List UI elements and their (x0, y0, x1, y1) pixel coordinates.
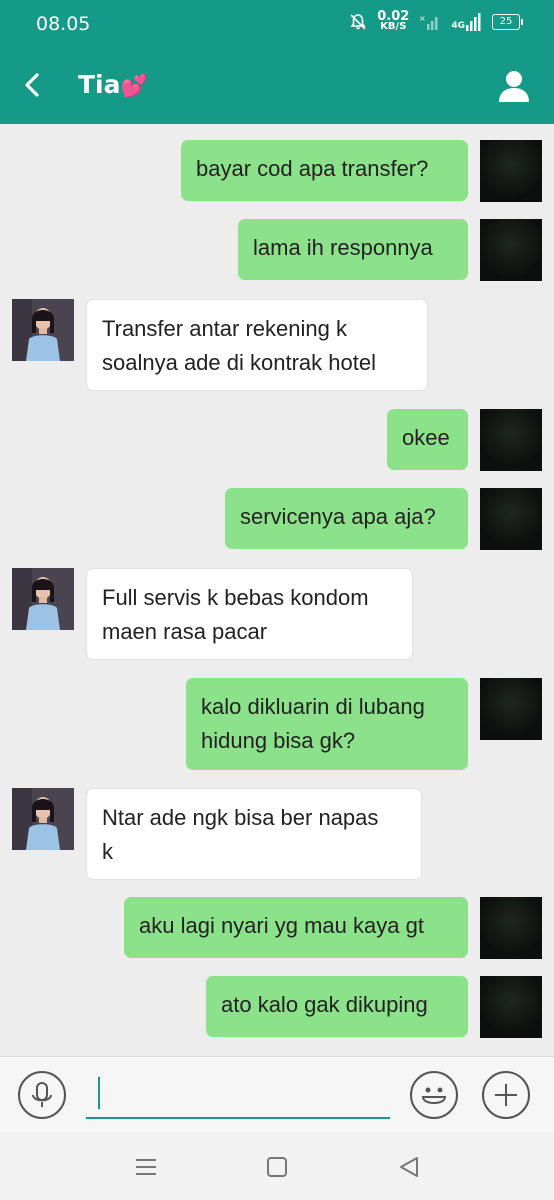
svg-text:×: × (419, 14, 426, 23)
message-text: servicenya apa aja? (240, 504, 436, 529)
message-line: soalnya ade di kontrak hotel (102, 350, 376, 375)
message-bubble[interactable]: kalo dikluarin di lubang hidung bisa gk? (186, 678, 468, 770)
my-avatar[interactable] (480, 897, 542, 959)
my-avatar[interactable] (480, 678, 542, 740)
contact-avatar[interactable] (12, 568, 74, 630)
net-speed: 0.02 KB/S (377, 10, 409, 32)
sim-signal-empty-icon: × (419, 14, 438, 30)
contact-avatar[interactable] (12, 788, 74, 850)
back-triangle-icon[interactable] (396, 1154, 422, 1180)
contact-photo (12, 299, 74, 361)
message-bubble[interactable]: aku lagi nyari yg mau kaya gt (124, 897, 468, 958)
emoji-button[interactable] (410, 1071, 458, 1119)
status-time: 08.05 (36, 13, 91, 35)
home-icon[interactable] (264, 1154, 290, 1180)
message-line: kalo dikluarin di lubang (201, 694, 425, 719)
chat-header: Tia💕 (0, 48, 554, 124)
message-line: maen rasa pacar (102, 619, 268, 644)
my-avatar[interactable] (480, 409, 542, 471)
voice-button[interactable] (18, 1071, 66, 1119)
contact-avatar[interactable] (12, 299, 74, 361)
network-4g: 4G (451, 13, 482, 31)
message-text: ato kalo gak dikuping (221, 992, 428, 1017)
attach-button[interactable] (482, 1071, 530, 1119)
plus-icon (495, 1084, 517, 1106)
contact-photo (12, 568, 74, 630)
profile-icon[interactable] (496, 68, 532, 104)
message-line: k (102, 839, 113, 864)
net-speed-unit: KB/S (380, 21, 407, 32)
message-text: okee (402, 425, 450, 450)
my-avatar[interactable] (480, 140, 542, 202)
message-text: aku lagi nyari yg mau kaya gt (139, 913, 424, 938)
battery-indicator: 25 (492, 14, 523, 30)
message-bubble[interactable]: lama ih responnya (238, 219, 468, 280)
contact-name: Tia💕 (78, 70, 148, 99)
message-list[interactable]: bayar cod apa transfer? lama ih responny… (0, 124, 554, 1056)
message-line: Full servis k bebas kondom (102, 585, 369, 610)
menu-icon[interactable] (133, 1154, 159, 1180)
my-avatar[interactable] (480, 488, 542, 550)
message-bubble[interactable]: servicenya apa aja? (225, 488, 468, 549)
message-input-bar (0, 1056, 554, 1133)
message-bubble[interactable]: Full servis k bebas kondom maen rasa pac… (86, 568, 413, 660)
message-line: hidung bisa gk? (201, 728, 356, 753)
my-avatar[interactable] (480, 219, 542, 281)
system-nav-bar (0, 1132, 554, 1200)
hearts-emoji: 💕 (120, 74, 148, 99)
smiley-icon (421, 1087, 447, 1104)
mute-bell-icon (350, 14, 366, 30)
message-text: bayar cod apa transfer? (196, 156, 429, 181)
my-avatar[interactable] (480, 976, 542, 1038)
message-text: lama ih responnya (253, 235, 433, 260)
status-bar: 08.05 0.02 KB/S × 4G 25 (0, 0, 554, 48)
message-bubble[interactable]: Transfer antar rekening k soalnya ade di… (86, 299, 428, 391)
status-icons: 0.02 KB/S × 4G 25 (349, 10, 523, 32)
message-input[interactable] (86, 1067, 390, 1119)
message-bubble[interactable]: okee (387, 409, 468, 470)
message-bubble[interactable]: ato kalo gak dikuping (206, 976, 468, 1037)
contact-name-text: Tia (78, 70, 121, 99)
message-line: Ntar ade ngk bisa ber napas (102, 805, 379, 830)
back-arrow-icon[interactable] (18, 70, 48, 100)
message-line: Transfer antar rekening k (102, 316, 347, 341)
text-cursor (98, 1077, 100, 1109)
message-bubble[interactable]: bayar cod apa transfer? (181, 140, 468, 201)
contact-photo (12, 788, 74, 850)
microphone-icon (32, 1082, 52, 1107)
signal-bars-icon (466, 13, 481, 31)
message-bubble[interactable]: Ntar ade ngk bisa ber napas k (86, 788, 422, 880)
network-type: 4G (451, 21, 465, 31)
